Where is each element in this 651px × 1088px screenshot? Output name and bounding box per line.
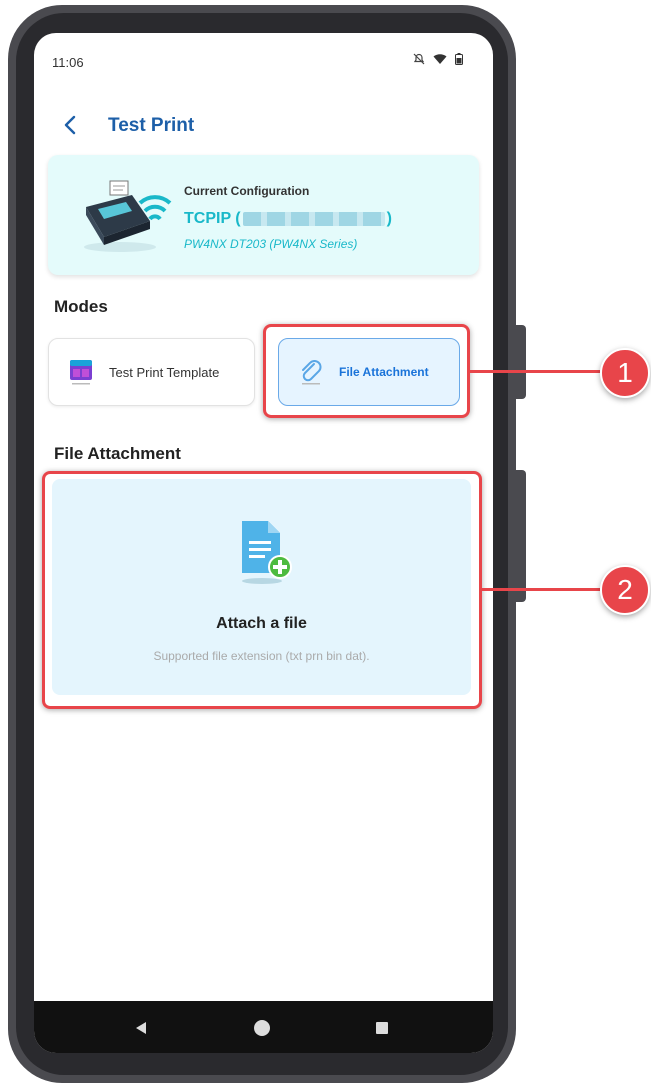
printer-wifi-icon	[84, 180, 172, 252]
wifi-icon	[433, 54, 447, 64]
nav-recents-button[interactable]	[371, 1017, 393, 1039]
callout-highlight-attach-file	[42, 471, 482, 709]
nav-home-button[interactable]	[251, 1017, 273, 1039]
ip-address-redacted	[242, 212, 385, 226]
callout-badge-1: 1	[600, 348, 650, 398]
status-bar: 11:06	[34, 33, 493, 83]
current-configuration-card: Current Configuration TCPIP ( ) PW4NX DT…	[48, 155, 479, 275]
connection-type: TCPIP (	[184, 210, 241, 227]
printer-model: PW4NX DT203 (PW4NX Series)	[184, 237, 358, 251]
power-button	[514, 470, 526, 602]
connection-info: TCPIP ( )	[184, 210, 392, 228]
circle-home-icon	[254, 1020, 270, 1036]
mode-test-print-template[interactable]: Test Print Template	[48, 338, 255, 406]
callout-connector-1	[467, 370, 600, 373]
file-attachment-heading: File Attachment	[54, 444, 181, 463]
callout-connector-2	[479, 588, 600, 591]
notifications-off-icon	[413, 53, 425, 65]
status-icons	[413, 53, 463, 65]
nav-back-button[interactable]	[130, 1017, 152, 1039]
connection-close: )	[386, 210, 392, 227]
battery-icon	[455, 53, 463, 65]
volume-button	[514, 325, 526, 399]
mode-template-label: Test Print Template	[109, 364, 220, 380]
modes-heading: Modes	[54, 297, 108, 316]
configuration-label: Current Configuration	[184, 184, 310, 198]
square-recents-icon	[376, 1022, 388, 1034]
status-time: 11:06	[52, 55, 84, 70]
app-bar: Test Print	[34, 103, 493, 147]
callout-badge-2: 2	[600, 565, 650, 615]
back-button[interactable]	[56, 111, 84, 139]
page-title: Test Print	[108, 115, 195, 136]
callout-highlight-file-attachment	[263, 324, 470, 418]
system-navigation-bar	[34, 1001, 493, 1053]
template-icon	[70, 360, 92, 385]
triangle-back-icon	[136, 1022, 146, 1034]
chevron-left-icon	[64, 115, 76, 135]
